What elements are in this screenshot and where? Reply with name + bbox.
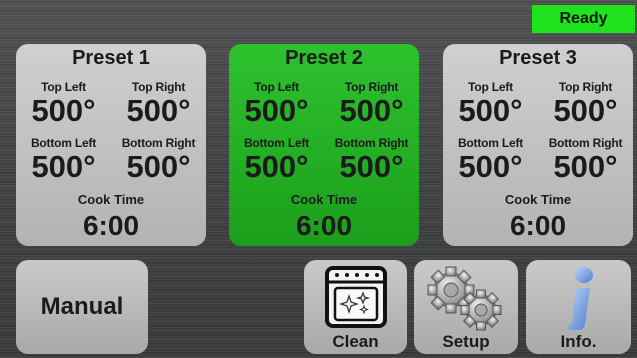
preset-card-2[interactable]: Preset 2 Top Left 500° Top Right 500° Bott… [229, 44, 419, 246]
info-icon [526, 266, 631, 336]
bottom-left-label: Bottom Left [30, 136, 97, 150]
top-right-value: 500° [126, 93, 191, 128]
cook-time-value: 6:00 [295, 210, 353, 241]
preset-title: Preset 1 [72, 47, 150, 69]
top-left-value: 500° [458, 93, 523, 128]
cook-time-value: 6:00 [509, 210, 567, 241]
cook-time-label: Cook Time [504, 192, 572, 207]
clean-button[interactable]: Clean [304, 260, 407, 354]
top-right-label: Top Right [558, 80, 613, 94]
bottom-right-label: Bottom Right [548, 136, 623, 150]
bottom-right-label: Bottom Right [334, 136, 409, 150]
bottom-left-value: 500° [31, 149, 96, 184]
top-right-value: 500° [339, 93, 404, 128]
bottom-right-value: 500° [126, 149, 191, 184]
status-badge: Ready [532, 5, 635, 33]
bottom-left-value: 500° [244, 149, 309, 184]
top-right-label: Top Right [344, 80, 399, 94]
oven-icon [304, 266, 407, 328]
setup-button[interactable]: Setup [414, 260, 518, 354]
top-left-label: Top Left [468, 80, 513, 94]
gears-icon [414, 266, 518, 332]
preset-card-3[interactable]: Preset 3 Top Left 500° Top Right 500° Bott… [443, 44, 633, 246]
cook-time-label: Cook Time [290, 192, 358, 207]
setup-button-label: Setup [442, 332, 490, 351]
info-button[interactable]: Info. [526, 260, 631, 354]
manual-button-label: Manual [40, 293, 124, 320]
bottom-right-value: 500° [339, 149, 404, 184]
info-button-label: Info. [560, 332, 597, 351]
top-right-label: Top Right [131, 80, 186, 94]
bottom-right-label: Bottom Right [121, 136, 196, 150]
preset-title: Preset 3 [499, 47, 577, 69]
bottom-left-label: Bottom Left [243, 136, 310, 150]
bottom-left-value: 500° [458, 149, 523, 184]
top-left-label: Top Left [41, 80, 86, 94]
bottom-right-value: 500° [553, 149, 618, 184]
top-left-value: 500° [31, 93, 96, 128]
top-left-label: Top Left [254, 80, 299, 94]
cook-time-label: Cook Time [77, 192, 145, 207]
cook-time-value: 6:00 [82, 210, 140, 241]
clean-button-label: Clean [332, 332, 379, 351]
preset-title: Preset 2 [285, 47, 363, 69]
bottom-left-label: Bottom Left [457, 136, 524, 150]
top-left-value: 500° [244, 93, 309, 128]
top-right-value: 500° [553, 93, 618, 128]
preset-card-1[interactable]: Preset 1 Top Left 500° Top Right 500° Bott… [16, 44, 206, 246]
manual-button[interactable]: Manual [16, 260, 148, 354]
